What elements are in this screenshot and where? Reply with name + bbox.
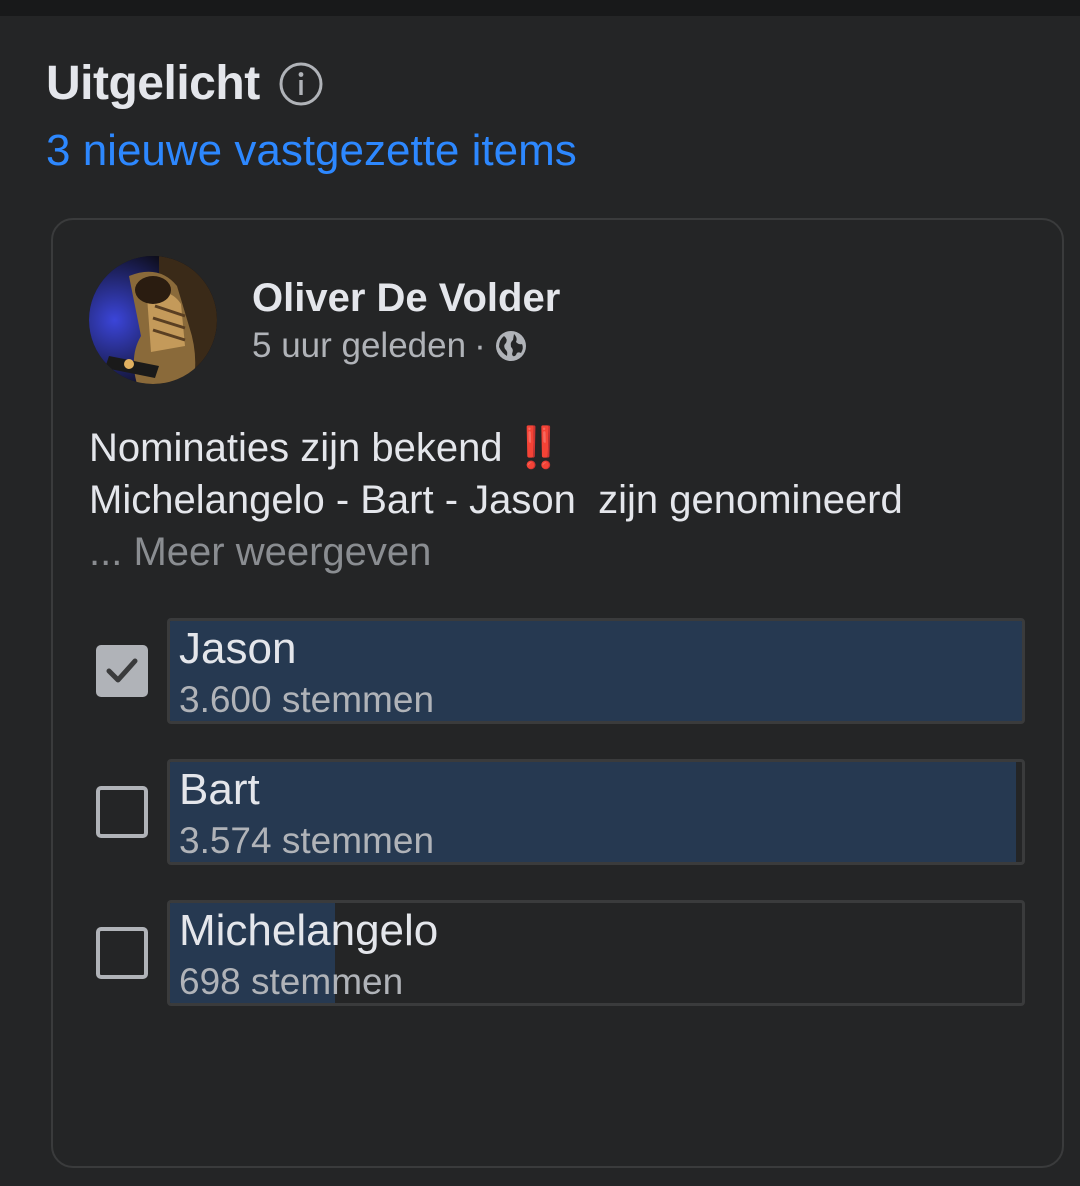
featured-header: Uitgelicht (46, 56, 324, 111)
author-name[interactable]: Oliver De Volder (252, 276, 560, 321)
option-vote-count: 698 stemmen (179, 961, 404, 1002)
checkmark-icon (106, 658, 138, 683)
checkbox-checked[interactable] (96, 645, 148, 697)
section-title: Uitgelicht (46, 57, 260, 110)
option-vote-count: 3.600 stemmen (179, 679, 435, 720)
post-meta: 5 uur geleden · (252, 326, 528, 366)
option-label: Bart (179, 765, 260, 814)
globe-icon (495, 331, 526, 361)
option-label: Jason (179, 624, 297, 673)
top-strip (0, 0, 1080, 16)
double-exclamation-emoji: ‼️ (513, 426, 564, 470)
poll-option[interactable]: Bart 3.574 stemmen (53, 759, 1066, 865)
post-text-line-2: Michelangelo - Bart - Jason zijn genomin… (89, 478, 903, 522)
post-time[interactable]: 5 uur geleden (252, 326, 466, 366)
see-more-link[interactable]: ... Meer weergeven (89, 526, 431, 578)
poll-option-bar[interactable]: Bart 3.574 stemmen (167, 759, 1025, 865)
poll-option-bar[interactable]: Jason 3.600 stemmen (167, 618, 1025, 724)
checkbox-unchecked[interactable] (96, 927, 148, 979)
post-text-line-1: Nominaties zijn bekend (89, 426, 514, 470)
poll-option-bar[interactable]: Michelangelo 698 stemmen (167, 900, 1025, 1006)
poll-option[interactable]: Jason 3.600 stemmen (53, 618, 1066, 724)
info-icon[interactable] (278, 61, 324, 107)
avatar[interactable] (89, 256, 217, 384)
meta-separator: · (474, 326, 486, 365)
pinned-post-card: Oliver De Volder 5 uur geleden · Nominat… (51, 218, 1064, 1168)
checkbox-unchecked[interactable] (96, 786, 148, 838)
pinned-items-link[interactable]: 3 nieuwe vastgezette items (46, 126, 577, 176)
poll-option[interactable]: Michelangelo 698 stemmen (53, 900, 1066, 1006)
option-label: Michelangelo (179, 906, 439, 955)
post-body: Nominaties zijn bekend ‼️ Michelangelo -… (89, 422, 903, 526)
option-vote-count: 3.574 stemmen (179, 820, 435, 861)
